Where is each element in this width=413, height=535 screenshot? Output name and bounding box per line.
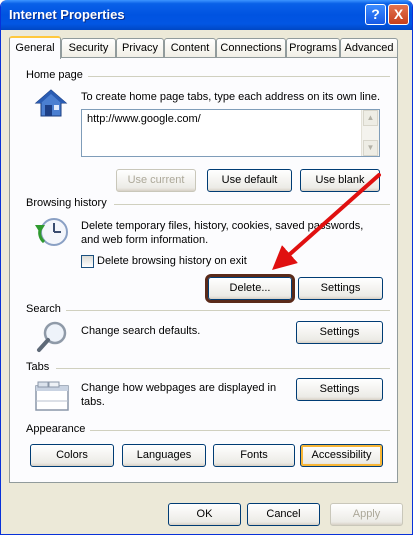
tab-general[interactable]: General xyxy=(9,36,61,59)
annotation-arrow-icon xyxy=(272,173,381,270)
internet-properties-window: Internet Properties ? X General Security… xyxy=(0,0,413,535)
